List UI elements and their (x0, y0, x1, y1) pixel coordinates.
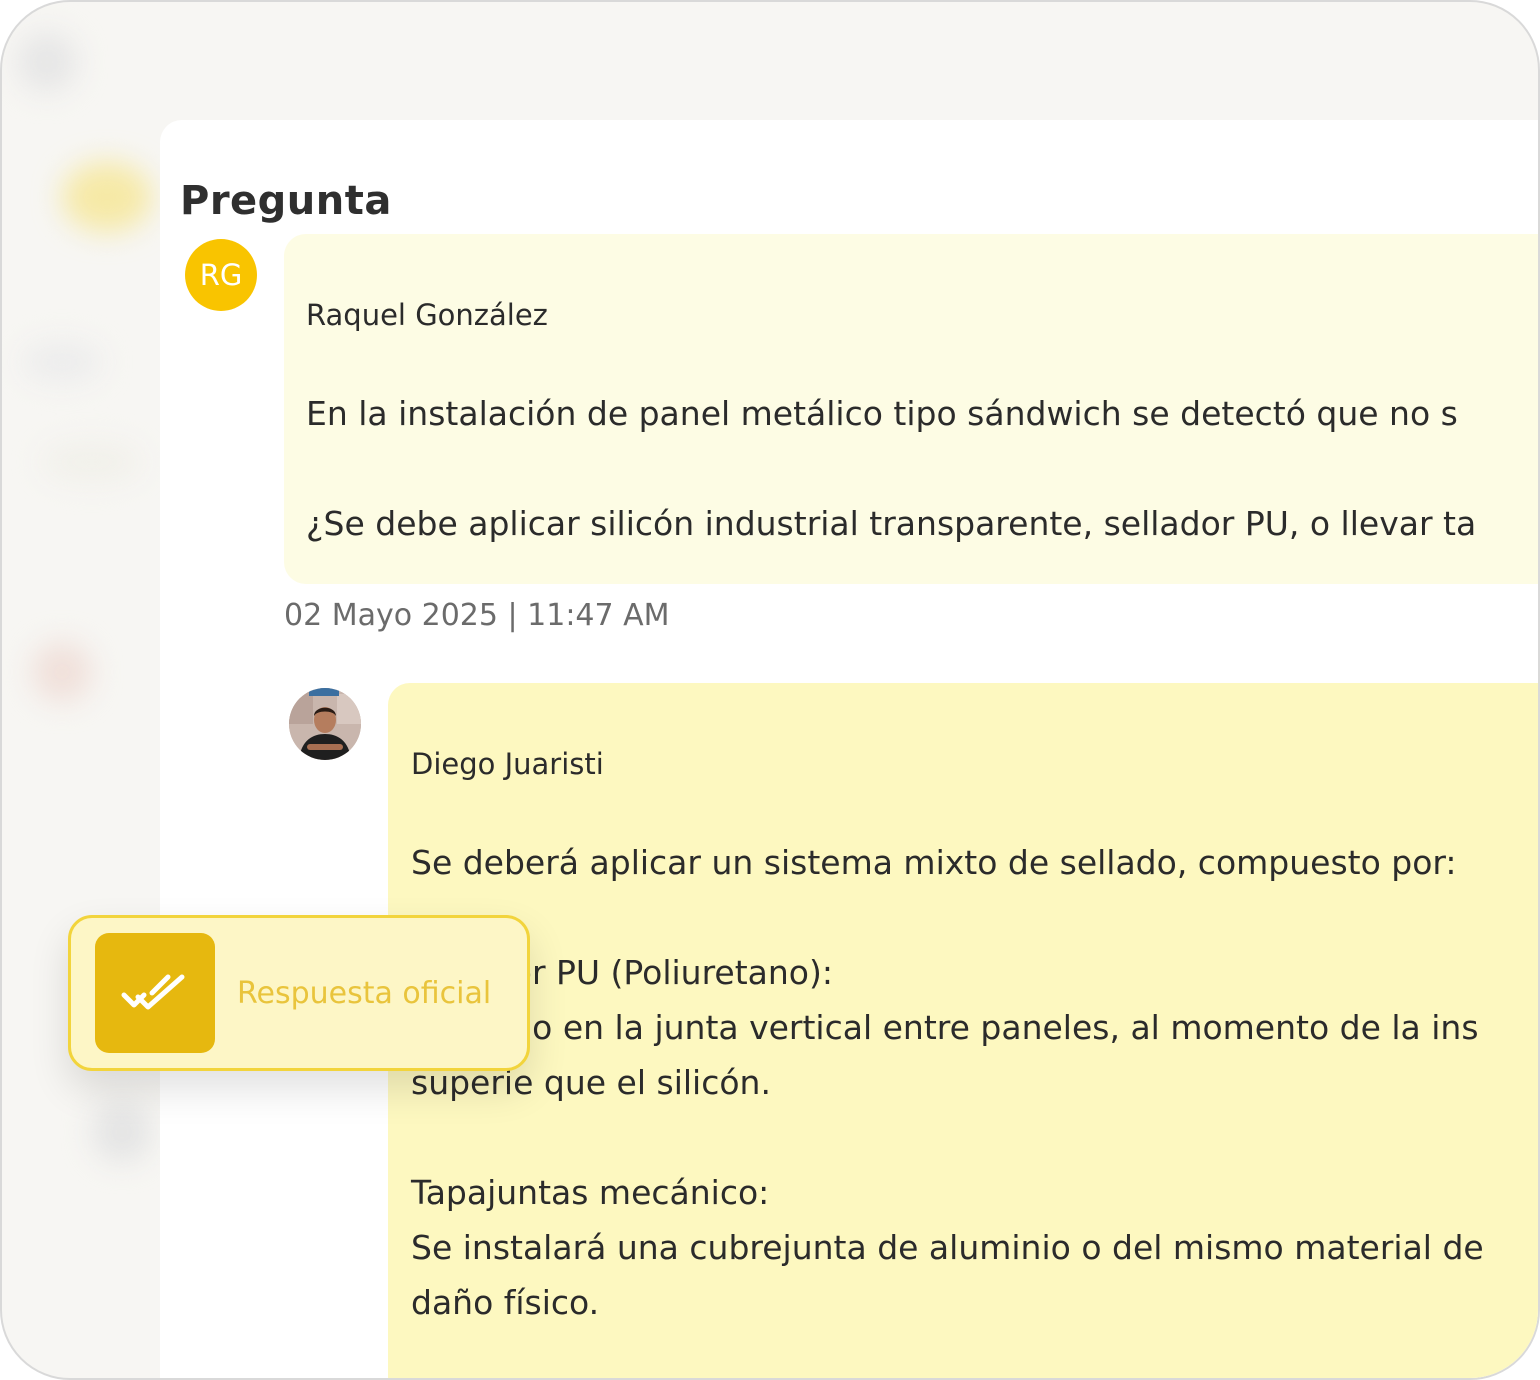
app-window: Pregunta RG Raquel González En la instal… (0, 0, 1540, 1380)
avatar-photo-graphic (289, 688, 361, 760)
avatar-initials-text: RG (199, 258, 243, 292)
double-check-icon (95, 933, 215, 1053)
official-answer-badge: Respuesta oficial (68, 915, 530, 1071)
official-answer-label: Respuesta oficial (237, 975, 492, 1011)
question-author-name: Raquel González (306, 298, 548, 332)
answer-message: Se deberá aplicar un sistema mixto de se… (411, 843, 1484, 1322)
question-message: En la instalación de panel metálico tipo… (306, 394, 1477, 543)
section-title: Pregunta (180, 178, 392, 224)
answer-bubble: Diego Juaristi Se deberá aplicar un sist… (388, 683, 1538, 1378)
question-bubble: Raquel González En la instalación de pan… (284, 234, 1538, 584)
avatar-initials: RG (185, 239, 257, 311)
user-photo-icon (289, 688, 361, 760)
question-panel: Pregunta RG Raquel González En la instal… (160, 120, 1538, 1378)
question-timestamp: 02 Mayo 2025 | 11:47 AM (284, 598, 670, 633)
answer-author-name: Diego Juaristi (411, 747, 604, 781)
